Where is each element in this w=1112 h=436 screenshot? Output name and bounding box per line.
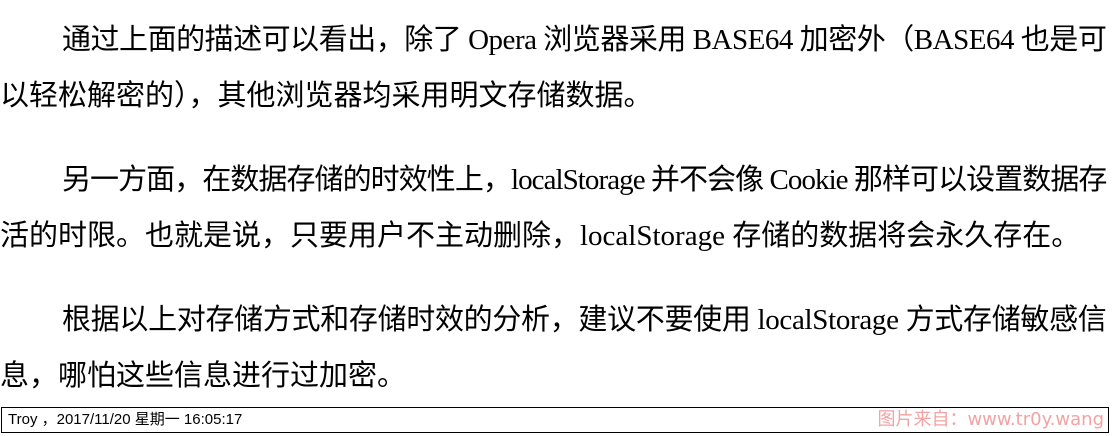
paragraph-line: 息，哪怕这些信息进行过加密。	[0, 360, 407, 392]
paragraph-storage-timeliness: 另一方面，在数据存储的时效性上，localStorage 并不会像 Cookie…	[0, 152, 1112, 264]
paragraph-line: 另一方面，在数据存储的时效性上，localStorage 并不会像 Cookie…	[62, 164, 1107, 196]
author-timestamp-bar: Troy ，2017/11/20 星期一 16:05:17 图片来自：www.t…	[1, 407, 1109, 433]
paragraph-line: 通过上面的描述可以看出，除了 Opera 浏览器采用 BASE64 加密外（BA…	[62, 24, 1107, 56]
author-timestamp-text: Troy ，2017/11/20 星期一 16:05:17	[8, 411, 243, 428]
paragraph-line: 活的时限。也就是说，只要用户不主动删除，localStorage 存储的数据将会…	[0, 220, 1081, 252]
paragraph-line: 根据以上对存储方式和存储时效的分析，建议不要使用 localStorage 方式…	[62, 304, 1107, 336]
source-watermark: 图片来自：www.tr0y.wang	[877, 409, 1104, 430]
paragraph-line: 以轻松解密的），其他浏览器均采用明文存储数据。	[0, 80, 653, 112]
paragraph-recommendation: 根据以上对存储方式和存储时效的分析，建议不要使用 localStorage 方式…	[0, 292, 1112, 404]
paragraph-opera-encryption: 通过上面的描述可以看出，除了 Opera 浏览器采用 BASE64 加密外（BA…	[0, 12, 1112, 124]
